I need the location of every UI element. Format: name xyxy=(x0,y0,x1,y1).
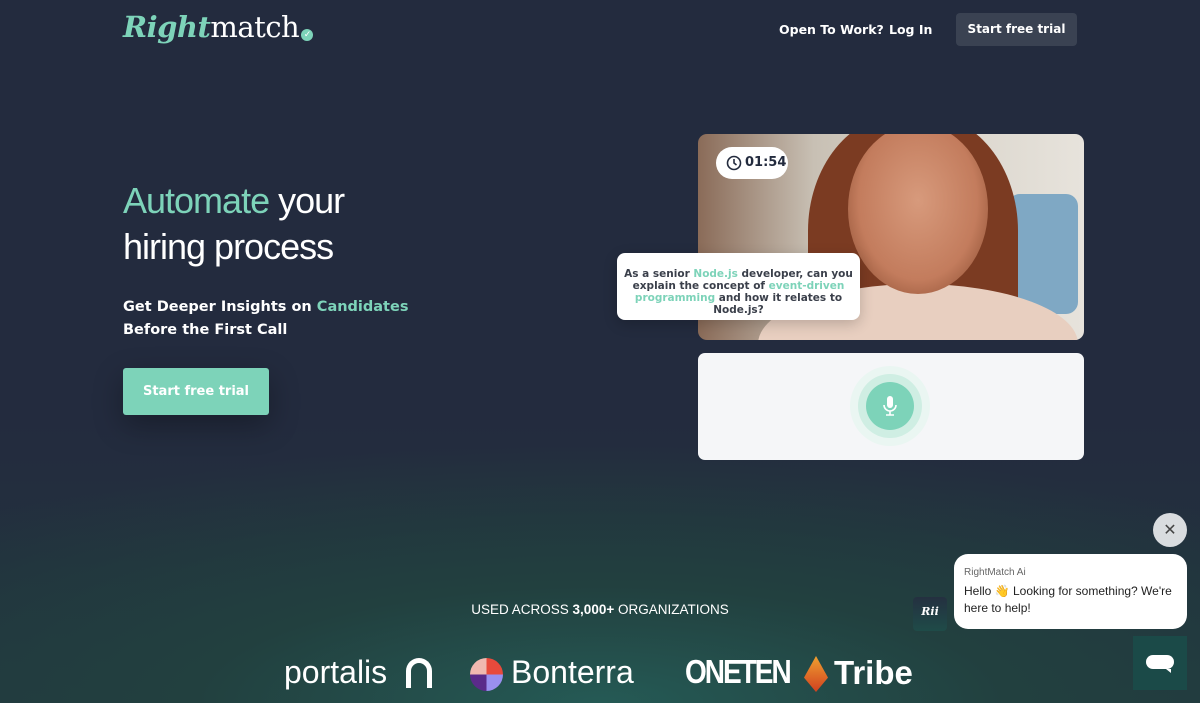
recording-panel xyxy=(698,353,1084,460)
mic-button[interactable] xyxy=(866,382,914,430)
portalis-mark-icon xyxy=(406,658,432,688)
check-icon: ✓ xyxy=(301,29,314,41)
hero-start-trial-button[interactable]: Start free trial xyxy=(123,368,269,415)
logo-oneten: ONETEN xyxy=(685,652,792,690)
logo-bonterra: Bonterra xyxy=(511,654,634,690)
open-chat-button[interactable] xyxy=(1133,636,1187,690)
hero-title: Automate your hiring process xyxy=(123,180,345,267)
tribe-mark-icon xyxy=(804,656,828,692)
close-chat-icon[interactable]: ✕ xyxy=(1153,513,1187,547)
hero-subtitle: Get Deeper Insights on Candidates Before… xyxy=(123,299,409,338)
chat-bubble[interactable]: RightMatch Ai Hello 👋 Looking for someth… xyxy=(954,554,1187,629)
nav-open-to-work[interactable]: Open To Work? xyxy=(779,22,884,37)
bonterra-mark-icon xyxy=(470,658,503,691)
logo-tribe: Tribe xyxy=(834,654,913,691)
logo[interactable]: Rightmatch ✓ xyxy=(123,10,314,44)
nav-login[interactable]: Log In xyxy=(889,22,932,37)
chat-icon xyxy=(1146,655,1174,673)
interview-question: As a senior Node.js developer, can you e… xyxy=(617,253,860,320)
clock-icon xyxy=(726,155,742,171)
logo-portalis: portalis xyxy=(284,654,388,690)
timer-badge: 01:54 xyxy=(716,147,788,179)
header-start-trial-button[interactable]: Start free trial xyxy=(956,13,1077,46)
wave-icon: 👋 xyxy=(994,584,1010,598)
chat-avatar: Rii xyxy=(913,597,947,631)
customer-logos: portalis Bonterra ONETEN Tribe xyxy=(0,650,1200,700)
microphone-icon xyxy=(883,396,897,416)
